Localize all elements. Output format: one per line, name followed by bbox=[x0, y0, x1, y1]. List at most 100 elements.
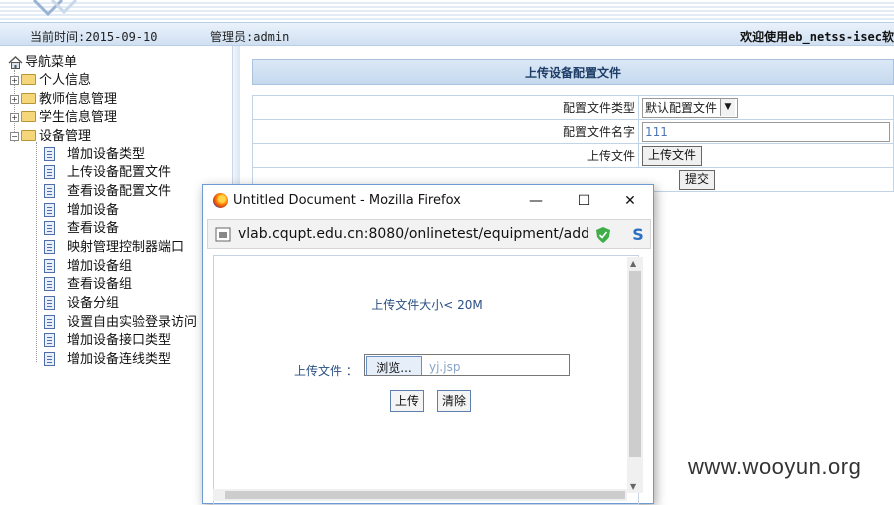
form-row-config-type: 配置文件类型 默认配置文件 ▼ bbox=[252, 95, 894, 120]
document-icon bbox=[44, 202, 55, 217]
folder-icon bbox=[21, 74, 36, 85]
welcome-text: 欢迎使用eb_netss-isec软 bbox=[740, 30, 894, 44]
nav-group-device[interactable]: − 设备管理 bbox=[10, 128, 91, 146]
horizontal-scrollbar[interactable] bbox=[213, 489, 627, 501]
scroll-down-icon[interactable]: ▼ bbox=[630, 482, 636, 491]
nav-item-label: 增加设备 bbox=[67, 203, 120, 218]
nav-item-label: 映射管理控制器端口 bbox=[67, 240, 185, 255]
current-time: 当前时间:2015-09-10 bbox=[30, 30, 158, 44]
maximize-icon[interactable]: ☐ bbox=[569, 189, 599, 213]
nav-group-label: 个人信息 bbox=[39, 73, 92, 88]
minimize-icon[interactable]: — bbox=[521, 189, 551, 213]
logo-icon bbox=[32, 0, 78, 17]
config-type-value: 默认配置文件 bbox=[645, 100, 718, 115]
vertical-scrollbar[interactable]: ▲ ▼ bbox=[627, 257, 643, 493]
submit-button[interactable]: 提交 bbox=[679, 169, 716, 190]
document-icon bbox=[44, 332, 55, 347]
home-icon bbox=[8, 56, 23, 69]
upload-config-form: 配置文件类型 默认配置文件 ▼ 配置文件名字 111 上传文件 上传文件 提交 bbox=[252, 95, 894, 192]
nav-item-view-device[interactable]: 查看设备 bbox=[44, 220, 119, 238]
nav-item-add-link-type[interactable]: 增加设备连线类型 bbox=[44, 351, 171, 369]
expand-icon[interactable]: + bbox=[10, 113, 19, 122]
open-folder-icon bbox=[21, 130, 36, 141]
nav-root[interactable]: 导航菜单 bbox=[8, 54, 77, 72]
browse-button[interactable]: 浏览... bbox=[366, 356, 422, 375]
site-info-icon[interactable] bbox=[215, 227, 231, 242]
extension-s-icon[interactable]: S bbox=[628, 224, 648, 246]
nav-item-free-login[interactable]: 设置自由实验登录访问 bbox=[44, 314, 206, 332]
popup-upload-button[interactable]: 上传 bbox=[390, 390, 425, 412]
document-icon bbox=[44, 314, 55, 329]
document-icon bbox=[44, 258, 55, 273]
nav-item-label: 增加设备接口类型 bbox=[67, 333, 172, 348]
scrollbar-thumb[interactable] bbox=[225, 491, 625, 499]
nav-item-label: 查看设备配置文件 bbox=[67, 184, 172, 199]
scrollbar-thumb[interactable] bbox=[629, 271, 641, 457]
form-row-config-name: 配置文件名字 111 bbox=[252, 119, 894, 144]
scroll-up-icon[interactable]: ▲ bbox=[630, 259, 636, 268]
form-row-upload: 上传文件 上传文件 bbox=[252, 143, 894, 168]
nav-item-view-config[interactable]: 查看设备配置文件 bbox=[44, 183, 171, 201]
config-name-cell: 111 bbox=[638, 119, 894, 144]
firefox-icon bbox=[213, 193, 228, 208]
admin-label: 管理员:admin bbox=[210, 30, 290, 44]
expand-icon[interactable]: + bbox=[10, 76, 19, 85]
tree-guide bbox=[36, 142, 37, 362]
config-name-input[interactable]: 111 bbox=[642, 121, 890, 142]
upload-file-button[interactable]: 上传文件 bbox=[642, 145, 703, 166]
popup-content: 上传文件大小< 20M 上传文件 ： 浏览... yj.jsp 上传 清除 bbox=[213, 255, 639, 505]
nav-tree: 导航菜单 + 个人信息 + 教师信息管理 + 学生信息管理 − 设备管理 增加设备类型 … bbox=[0, 46, 232, 495]
nav-item-label: 增加设备组 bbox=[67, 259, 133, 274]
nav-item-view-device-group[interactable]: 查看设备组 bbox=[44, 276, 132, 294]
file-name: yj.jsp bbox=[429, 360, 461, 374]
chevron-down-icon[interactable]: ▼ bbox=[720, 98, 736, 116]
nav-group-student[interactable]: + 学生信息管理 bbox=[10, 109, 117, 127]
folder-icon bbox=[21, 93, 36, 104]
address-bar[interactable]: vlab.cqupt.edu.cn:8080/onlinetest/equipm… bbox=[207, 219, 651, 249]
nav-item-label: 查看设备组 bbox=[67, 277, 133, 292]
document-icon bbox=[44, 183, 55, 198]
nav-item-label: 上传设备配置文件 bbox=[67, 165, 172, 180]
url-text[interactable]: vlab.cqupt.edu.cn:8080/onlinetest/equipm… bbox=[238, 226, 588, 242]
nav-item-device-grouping[interactable]: 设备分组 bbox=[44, 295, 119, 313]
firefox-popup-window: Untitled Document - Mozilla Firefox — ☐ … bbox=[202, 184, 654, 505]
config-type-select[interactable]: 默认配置文件 ▼ bbox=[642, 97, 739, 118]
file-label: 上传文件 ： bbox=[294, 364, 358, 378]
document-icon bbox=[44, 295, 55, 310]
nav-item-add-device-group[interactable]: 增加设备组 bbox=[44, 258, 132, 276]
collapse-icon[interactable]: − bbox=[10, 132, 19, 141]
nav-root-label: 导航菜单 bbox=[25, 55, 78, 70]
nav-item-add-device[interactable]: 增加设备 bbox=[44, 202, 119, 220]
popup-titlebar[interactable]: Untitled Document - Mozilla Firefox — ☐ … bbox=[203, 185, 653, 217]
top-banner bbox=[0, 0, 894, 22]
document-icon bbox=[44, 239, 55, 254]
document-icon bbox=[44, 220, 55, 235]
nav-group-personal-info[interactable]: + 个人信息 bbox=[10, 72, 91, 90]
nav-item-label: 增加设备连线类型 bbox=[67, 352, 172, 367]
document-icon bbox=[44, 276, 55, 291]
expand-icon[interactable]: + bbox=[10, 95, 19, 104]
size-note: 上传文件大小< 20M bbox=[371, 298, 483, 312]
nav-item-add-interface-type[interactable]: 增加设备接口类型 bbox=[44, 332, 171, 350]
nav-item-label: 设置自由实验登录访问 bbox=[67, 315, 198, 330]
nav-item-label: 查看设备 bbox=[67, 221, 120, 236]
document-icon bbox=[44, 351, 55, 366]
nav-item-map-controller-port[interactable]: 映射管理控制器端口 bbox=[44, 239, 184, 257]
upload-cell: 上传文件 bbox=[638, 143, 894, 168]
nav-group-teacher[interactable]: + 教师信息管理 bbox=[10, 91, 117, 109]
popup-clear-button[interactable]: 清除 bbox=[437, 390, 472, 412]
nav-group-label: 设备管理 bbox=[39, 129, 92, 144]
config-name-label: 配置文件名字 bbox=[252, 119, 639, 144]
shield-icon[interactable] bbox=[596, 227, 610, 243]
config-type-label: 配置文件类型 bbox=[252, 95, 639, 120]
popup-title: Untitled Document - Mozilla Firefox bbox=[233, 193, 461, 208]
file-input[interactable]: 浏览... yj.jsp bbox=[364, 354, 570, 376]
upload-label: 上传文件 bbox=[252, 143, 639, 168]
nav-item-label: 增加设备类型 bbox=[67, 147, 146, 162]
nav-item-upload-config[interactable]: 上传设备配置文件 bbox=[44, 164, 171, 182]
config-type-cell: 默认配置文件 ▼ bbox=[638, 95, 894, 120]
close-icon[interactable]: ✕ bbox=[615, 189, 645, 213]
document-icon bbox=[44, 146, 55, 161]
nav-item-add-device-type[interactable]: 增加设备类型 bbox=[44, 146, 145, 164]
watermark: www.wooyun.org bbox=[688, 454, 862, 479]
